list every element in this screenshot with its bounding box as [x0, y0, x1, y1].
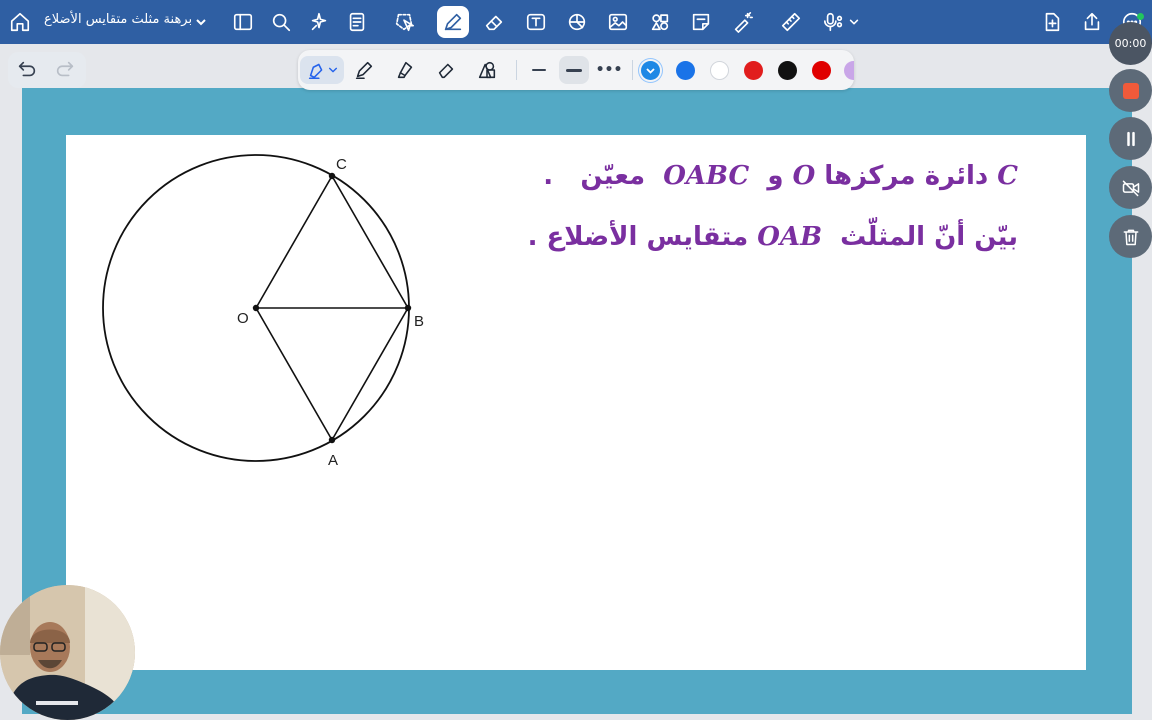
trash-icon	[1123, 229, 1138, 245]
triangle-name: OAB	[757, 222, 823, 252]
color-swatch-white[interactable]	[710, 61, 729, 80]
undo-redo-group	[8, 52, 86, 88]
sidebar-icon[interactable]	[229, 8, 257, 36]
chevron-down-icon	[328, 67, 338, 73]
elements-icon[interactable]	[646, 8, 674, 36]
point-b	[404, 304, 412, 312]
chevron-down-icon[interactable]	[194, 14, 208, 28]
period: .	[527, 222, 538, 252]
redo-icon[interactable]	[54, 58, 78, 82]
sparkle-icon[interactable]	[305, 8, 333, 36]
chevron-down-icon	[646, 68, 655, 74]
problem-text: دائرة مركزها	[824, 161, 989, 191]
recording-indicator	[1137, 13, 1144, 20]
stroke-width-thin[interactable]	[524, 56, 554, 84]
recording-timer: 00:00	[1109, 22, 1152, 65]
fountain-pen-tool[interactable]	[300, 56, 344, 84]
problem-text: بيّن أنّ المثلّث	[840, 222, 1018, 252]
image-icon[interactable]	[604, 8, 632, 36]
color-swatch-black[interactable]	[778, 61, 797, 80]
webcam-overlay[interactable]	[0, 585, 135, 720]
problem-line-2: بيّن أنّ المثلّث OAB متقايس الأضلاع .	[528, 222, 1018, 252]
color-swatch-selected-blue[interactable]	[641, 61, 660, 80]
problem-text: معيّن	[580, 161, 646, 191]
microphone-icon[interactable]	[820, 8, 848, 36]
chevron-down-icon[interactable]	[847, 8, 861, 36]
share-icon[interactable]	[1078, 8, 1106, 36]
point-o	[252, 304, 260, 312]
period: .	[543, 161, 554, 191]
stroke-width-dotted[interactable]: •••	[594, 56, 624, 84]
pen-toolbar: •••	[298, 50, 854, 90]
shapes-tool[interactable]	[473, 56, 501, 84]
top-app-bar: برهنة مثلث متقايس الأضلاع	[0, 0, 1152, 44]
pause-button[interactable]	[1109, 117, 1152, 160]
label-c: C	[336, 156, 347, 173]
document-icon[interactable]	[343, 8, 371, 36]
stop-icon	[1122, 82, 1139, 99]
add-page-icon[interactable]	[1038, 8, 1066, 36]
lasso-icon[interactable]	[390, 8, 418, 36]
color-swatch-red-2[interactable]	[812, 61, 831, 80]
eraser-tool[interactable]	[432, 56, 460, 84]
point-c	[328, 172, 336, 180]
ruler-icon[interactable]	[777, 8, 805, 36]
segment-oc	[255, 175, 333, 309]
camera-toggle-button[interactable]	[1109, 166, 1152, 209]
pen-icon[interactable]	[437, 6, 469, 38]
toolbar-divider	[632, 60, 633, 80]
conjunction: و	[767, 161, 784, 191]
problem-line-1: C دائرة مركزها O و OABC معيّن .	[543, 161, 1018, 191]
laser-pointer-icon[interactable]	[729, 8, 757, 36]
color-swatch-blue[interactable]	[676, 61, 695, 80]
document-title[interactable]: برهنة مثلث متقايس الأضلاع	[44, 12, 192, 27]
pause-icon	[1126, 131, 1135, 146]
text-icon[interactable]	[522, 8, 550, 36]
label-b: B	[414, 313, 424, 330]
eraser-icon[interactable]	[480, 8, 508, 36]
problem-text: متقايس الأضلاع	[546, 222, 749, 252]
search-icon[interactable]	[267, 8, 295, 36]
sticky-note-icon[interactable]	[687, 8, 715, 36]
toolbar-divider	[516, 60, 517, 80]
segment-cb	[331, 175, 409, 309]
circle-name: C	[997, 161, 1018, 191]
segment-ab	[331, 307, 409, 441]
stop-recording-button[interactable]	[1109, 69, 1152, 112]
quadrilateral-name: OABC	[663, 161, 750, 191]
stroke-width-medium[interactable]	[559, 56, 589, 84]
delete-recording-button[interactable]	[1109, 215, 1152, 258]
center-name: O	[792, 161, 816, 191]
undo-icon[interactable]	[16, 58, 40, 82]
video-camera-icon	[1122, 180, 1139, 196]
highlighter-tool[interactable]	[391, 56, 419, 84]
geometry-figure: O C B A	[102, 154, 424, 469]
color-swatch-lavender[interactable]	[844, 61, 854, 80]
note-page[interactable]: O C B A	[66, 135, 1086, 670]
point-a	[328, 436, 336, 444]
segment-oa	[255, 307, 333, 441]
presenter-video	[0, 585, 135, 720]
color-swatch-red[interactable]	[744, 61, 763, 80]
shapes-icon[interactable]	[563, 8, 591, 36]
label-a: A	[328, 452, 338, 469]
label-o: O	[237, 310, 249, 327]
ball-pen-tool[interactable]	[350, 56, 378, 84]
home-icon[interactable]	[6, 8, 34, 36]
